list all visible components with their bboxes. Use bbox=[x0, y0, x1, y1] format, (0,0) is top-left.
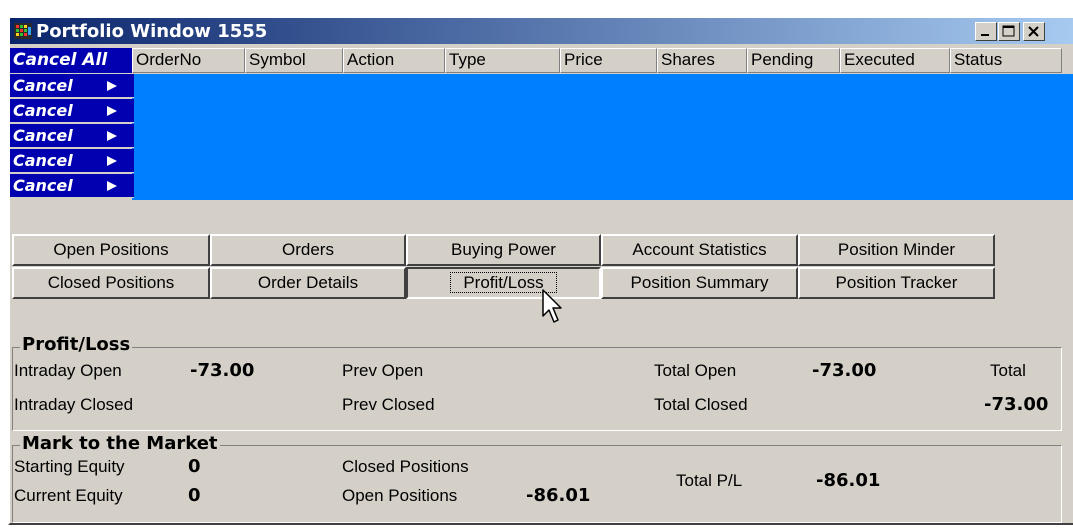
column-header-symbol[interactable]: Symbol bbox=[245, 48, 343, 73]
open-positions-value: -86.01 bbox=[526, 485, 591, 506]
cancel-label: Cancel bbox=[13, 101, 73, 120]
tab-orders[interactable]: Orders bbox=[210, 234, 406, 266]
mark-to-market-title: Mark to the Market bbox=[20, 433, 220, 454]
title-bar[interactable]: Portfolio Window 1555 bbox=[10, 18, 1073, 44]
window-title: Portfolio Window 1555 bbox=[36, 21, 268, 42]
play-arrow-icon bbox=[107, 131, 117, 141]
current-equity-value: 0 bbox=[188, 485, 201, 506]
tab-account-statistics[interactable]: Account Statistics bbox=[601, 234, 798, 266]
starting-equity-value: 0 bbox=[188, 456, 201, 477]
total-open-value: -73.00 bbox=[812, 360, 877, 381]
cancel-row-button[interactable]: Cancel bbox=[10, 124, 134, 148]
starting-equity-label: Starting Equity bbox=[14, 457, 125, 476]
tab-closed-positions[interactable]: Closed Positions bbox=[12, 267, 210, 299]
cancel-label: Cancel bbox=[13, 126, 73, 145]
play-arrow-icon bbox=[107, 81, 117, 91]
minimize-button[interactable] bbox=[975, 22, 997, 41]
closed-positions-label: Closed Positions bbox=[342, 457, 469, 476]
total-label: Total bbox=[990, 361, 1026, 380]
total-pl-label: Total P/L bbox=[676, 471, 743, 490]
mouse-pointer-icon bbox=[542, 289, 562, 323]
tab-label: Buying Power bbox=[451, 240, 556, 259]
current-equity-label: Current Equity bbox=[14, 486, 123, 505]
cancel-row-button[interactable]: Cancel bbox=[10, 74, 134, 98]
column-header-status[interactable]: Status bbox=[950, 48, 1062, 73]
portfolio-window: Portfolio Window 1555 Cancel All OrderNo… bbox=[8, 16, 1073, 525]
cancel-label: Cancel bbox=[13, 151, 73, 170]
tab-label: Orders bbox=[282, 240, 334, 259]
profit-loss-group bbox=[12, 347, 1062, 431]
close-icon bbox=[1028, 26, 1039, 37]
tab-profit-loss[interactable]: Profit/Loss bbox=[406, 267, 601, 299]
column-header-executed[interactable]: Executed bbox=[840, 48, 950, 73]
cancel-row-button[interactable]: Cancel bbox=[10, 99, 134, 123]
tab-buying-power[interactable]: Buying Power bbox=[406, 234, 601, 266]
column-header-pending[interactable]: Pending bbox=[747, 48, 840, 73]
tab-open-positions[interactable]: Open Positions bbox=[12, 234, 210, 266]
prev-closed-label: Prev Closed bbox=[342, 395, 435, 414]
cancel-row-button[interactable]: Cancel bbox=[10, 149, 134, 173]
tab-label: Open Positions bbox=[53, 240, 169, 259]
cancel-label: Cancel bbox=[13, 76, 73, 95]
cancel-all-button[interactable]: Cancel All bbox=[10, 48, 134, 73]
maximize-icon bbox=[1002, 25, 1015, 37]
tab-label: Position Summary bbox=[630, 273, 769, 292]
cancel-column: Cancel Cancel Cancel Cancel Cancel bbox=[10, 74, 134, 200]
cancel-label: Cancel bbox=[13, 176, 73, 195]
minimize-icon bbox=[981, 34, 989, 36]
open-positions-label: Open Positions bbox=[342, 486, 458, 505]
tab-order-details[interactable]: Order Details bbox=[210, 267, 406, 299]
play-arrow-icon bbox=[107, 181, 117, 191]
intraday-open-value: -73.00 bbox=[190, 360, 255, 381]
profit-loss-title: Profit/Loss bbox=[20, 334, 133, 355]
tab-label: Closed Positions bbox=[47, 273, 175, 292]
play-arrow-icon bbox=[107, 106, 117, 116]
column-header-action[interactable]: Action bbox=[343, 48, 445, 73]
mark-to-market-group bbox=[12, 445, 1062, 523]
tab-label: Position Minder bbox=[837, 240, 956, 259]
total-value: -73.00 bbox=[984, 394, 1049, 415]
column-header-orderno[interactable]: OrderNo bbox=[132, 48, 245, 73]
tab-position-summary[interactable]: Position Summary bbox=[601, 267, 798, 299]
cancel-row-button[interactable]: Cancel bbox=[10, 174, 134, 198]
tab-position-minder[interactable]: Position Minder bbox=[798, 234, 995, 266]
intraday-closed-label: Intraday Closed bbox=[14, 395, 134, 414]
tab-position-tracker[interactable]: Position Tracker bbox=[798, 267, 995, 299]
total-closed-label: Total Closed bbox=[654, 395, 748, 414]
orders-grid-body[interactable] bbox=[132, 74, 1073, 200]
tab-label: Profit/Loss bbox=[450, 272, 557, 293]
total-pl-value: -86.01 bbox=[816, 470, 881, 491]
prev-open-label: Prev Open bbox=[342, 361, 424, 380]
intraday-open-label: Intraday Open bbox=[14, 361, 122, 380]
column-header-type[interactable]: Type bbox=[445, 48, 560, 73]
column-header-price[interactable]: Price bbox=[560, 48, 657, 73]
tab-label: Position Tracker bbox=[835, 273, 958, 292]
tab-label: Account Statistics bbox=[632, 240, 767, 259]
tab-label: Order Details bbox=[257, 273, 359, 292]
total-open-label: Total Open bbox=[654, 361, 737, 380]
column-header-shares[interactable]: Shares bbox=[657, 48, 747, 73]
maximize-button[interactable] bbox=[998, 22, 1020, 41]
close-button[interactable] bbox=[1023, 22, 1045, 41]
app-icon bbox=[14, 23, 32, 39]
play-arrow-icon bbox=[107, 156, 117, 166]
